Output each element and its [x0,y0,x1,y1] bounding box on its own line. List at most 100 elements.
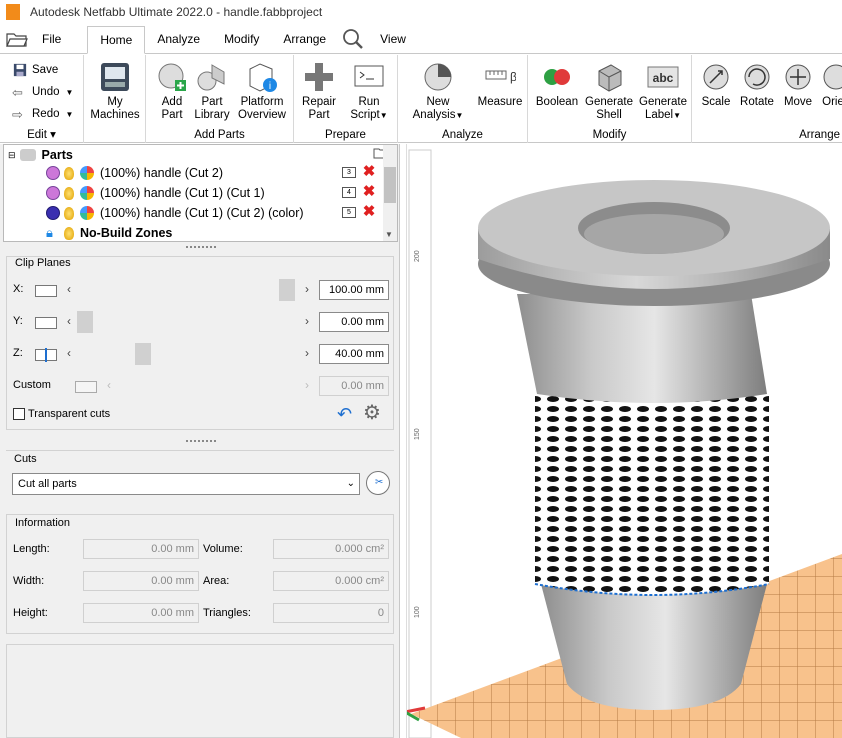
machine-icon [101,63,129,91]
measure-button[interactable]: β Measure [474,61,526,109]
settings-gear-icon[interactable]: ⚙ [363,403,381,423]
redo-button[interactable]: ⇨ Redo ▼ [12,107,74,122]
platform-overview-icon: i [249,63,277,92]
netfabb-logo-icon [6,4,20,20]
visibility-bulb-icon[interactable] [64,226,74,240]
add-parts-group-label: Add Parts [194,129,245,141]
save-label: Save [32,64,59,76]
add-part-button[interactable]: Add Part [150,61,194,122]
generate-label-button[interactable]: abc Generate Label▼ [636,61,690,122]
volume-value: 0.000 cm² [273,539,389,559]
splitter-handle[interactable] [186,246,216,248]
clip-planes-section: Clip Planes X: ‹ › 100.00 mm Y: ‹ › 0.00… [6,256,394,430]
save-icon [13,63,27,77]
clip-planes-title: Clip Planes [15,257,71,269]
my-machines-button[interactable]: My Machines [84,61,146,122]
clip-y-value-field[interactable]: 0.00 mm [319,312,389,332]
clip-y-slider[interactable]: ‹ › [63,311,311,333]
splitter-handle[interactable] [186,440,216,442]
script-icon [354,65,384,87]
tab-analyze[interactable]: Analyze [145,25,212,53]
rotate-button[interactable]: Rotate [736,61,778,109]
triangles-label: Triangles: [203,607,251,619]
title-bar: Autodesk Netfabb Ultimate 2022.0 - handl… [0,0,842,24]
handle-bottom-part [541,584,767,710]
tab-home[interactable]: Home [87,26,146,54]
3d-viewport[interactable]: 200 150 100 [401,144,842,738]
cuts-dropdown[interactable]: Cut all parts ⌄ [12,473,360,495]
clip-z-value-field[interactable]: 40.00 mm [319,344,389,364]
search-icon [343,29,363,49]
clip-x-value-field[interactable]: 100.00 mm [319,280,389,300]
redo-icon: ⇨ [12,107,23,122]
clip-y-label: Y: [13,315,23,327]
clip-custom-value-field: 0.00 mm [319,376,389,396]
transparent-cuts-label: Transparent cuts [28,408,111,420]
shell-cube-icon [598,64,622,92]
clip-z-slider[interactable]: ‹ › [63,343,311,365]
parts-tree[interactable]: ⊟ Parts (100%) handle (Cut 2) 3 ✖ (100%)… [3,144,398,242]
add-parts-group: Add Part Part Library i Platform Overview A… [146,55,294,143]
orient-button[interactable]: Orie [818,61,842,109]
mesh-color-icon [80,186,94,200]
nobuild-label: No-Build Zones [80,226,173,240]
boolean-icon [544,69,570,85]
cut-execute-button[interactable]: ✂ [366,471,390,495]
machines-group: My Machines [84,55,146,143]
generate-shell-button[interactable]: Generate Shell [582,61,636,122]
clip-custom-label: Custom [13,379,51,391]
visibility-bulb-icon[interactable] [64,186,74,200]
new-analysis-button[interactable]: New Analysis▼ [408,61,468,122]
window-title: Autodesk Netfabb Ultimate 2022.0 - handl… [30,5,323,19]
platform-overview-button[interactable]: i Platform Overview [234,61,290,122]
scale-button[interactable]: Scale [696,61,736,109]
undo-label: Undo [32,86,60,98]
move-button[interactable]: Move [778,61,818,109]
search-button[interactable] [338,25,368,53]
file-menu-button[interactable]: File [0,25,73,53]
modify-group-label: Modify [592,129,627,141]
part-label: (100%) handle (Cut 1) (Cut 1) [100,186,265,200]
tab-modify[interactable]: Modify [212,25,271,53]
remove-part-icon[interactable]: ✖ [362,204,376,219]
tree-item-part[interactable]: (100%) handle (Cut 1) (Cut 2) (color) [46,203,304,223]
length-value: 0.00 mm [83,539,199,559]
remove-part-icon[interactable]: ✖ [362,184,376,199]
volume-label: Volume: [203,543,243,555]
clip-y-plane-icon [35,317,57,329]
tree-item-part[interactable]: (100%) handle (Cut 2) [46,163,223,183]
tree-root-parts[interactable]: ⊟ Parts [8,145,73,165]
clip-x-slider[interactable]: ‹ › [63,279,311,301]
reset-undo-icon[interactable]: ↶ [337,405,352,423]
visibility-bulb-icon[interactable] [64,206,74,220]
boolean-button[interactable]: Boolean [532,61,582,109]
handle-neck [517,294,767,403]
visibility-bulb-icon[interactable] [64,166,74,180]
information-title: Information [15,517,71,529]
part-color-icon [46,166,60,180]
part-library-button[interactable]: Part Library [192,61,232,122]
transparent-cuts-checkbox[interactable]: Transparent cuts [13,408,110,420]
tree-item-nobuild-zones[interactable]: 🔒︎ No-Build Zones [46,223,172,243]
ribbon: Save ⇦ Undo ▼ ⇨ Redo ▼ Edit ▾ My Machines… [0,55,842,143]
file-menu-label: File [42,32,62,46]
redo-label: Redo [32,108,60,120]
tab-arrange[interactable]: Arrange [271,25,338,53]
repair-part-button[interactable]: Repair Part [296,61,342,122]
part-library-icon [197,64,225,91]
run-script-button[interactable]: Run Script▼ [344,61,394,122]
remove-part-icon[interactable]: ✖ [362,164,376,179]
redo-dropdown-icon: ▼ [65,109,74,119]
save-button[interactable]: Save [12,63,58,77]
area-value: 0.000 cm² [273,571,389,591]
handle-lattice-band [535,394,769,595]
analyze-group: New Analysis▼ β Measure Analyze [398,55,528,143]
undo-button[interactable]: ⇦ Undo ▼ [12,85,73,100]
width-value: 0.00 mm [83,571,199,591]
tree-item-part[interactable]: (100%) handle (Cut 1) (Cut 1) [46,183,265,203]
tab-view[interactable]: View [368,25,418,53]
menu-bar: File Home Analyze Modify Arrange View [0,24,842,54]
tree-scrollbar[interactable]: ▼ [383,145,397,241]
chevron-down-icon: ⌄ [346,478,355,489]
edit-group-menu[interactable]: Edit ▾ [0,127,83,141]
